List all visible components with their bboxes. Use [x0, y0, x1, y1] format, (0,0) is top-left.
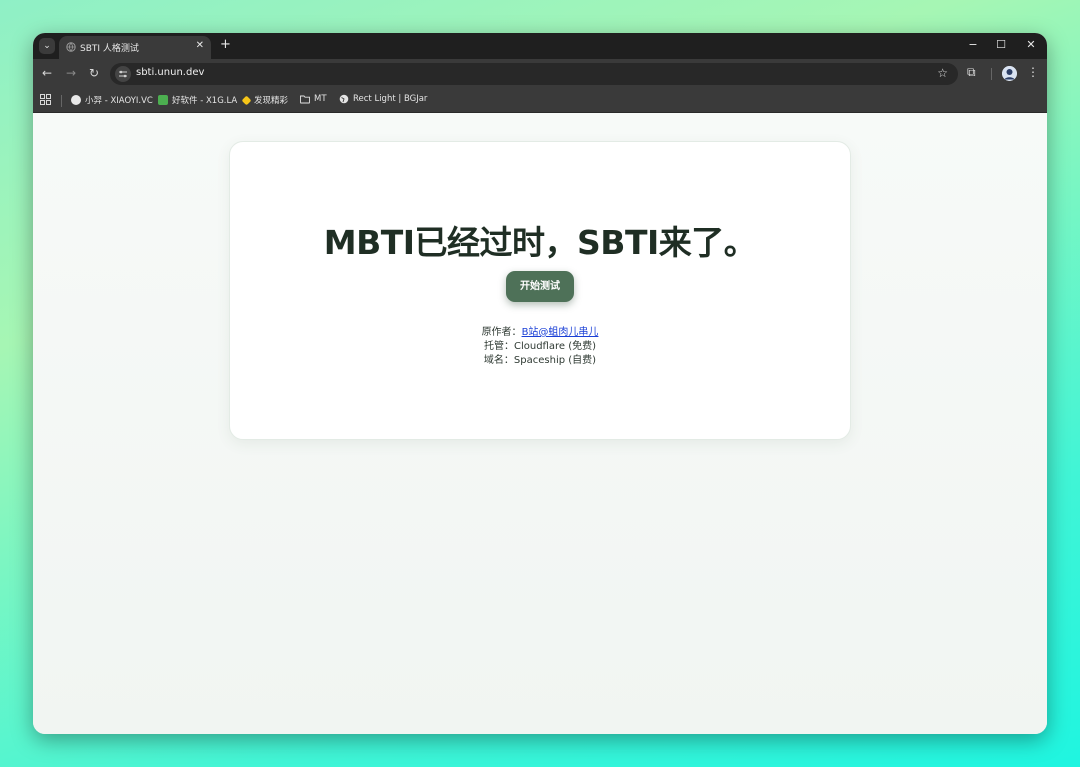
globe-icon	[66, 42, 76, 52]
bookmark-label: Rect Light | BGJar	[353, 94, 428, 104]
start-test-button[interactable]: 开始测试	[506, 271, 574, 302]
x1g-logo-icon	[158, 95, 168, 105]
profile-avatar-icon	[1002, 66, 1017, 81]
profile-avatar[interactable]	[1002, 66, 1017, 81]
bookmark-label: 小羿 - XIAOYI.VC	[85, 96, 153, 106]
address-bar[interactable]: sbti.unun.dev ☆	[110, 63, 958, 85]
globe-icon	[339, 94, 349, 104]
credits-block: 原作者：B站@蛆肉儿串儿 托管：Cloudflare (免费) 域名：Space…	[230, 326, 850, 368]
browser-toolbar: ← → ↻ sbti.unun.dev ☆ ⧉ ⋮	[33, 59, 1047, 89]
browser-window: ⌄ SBTI 人格测试 ✕ + − ☐ ✕ ← → ↻ sbti.unun.de…	[33, 33, 1047, 734]
tab-close-icon[interactable]: ✕	[196, 40, 204, 51]
minimize-icon[interactable]: −	[965, 38, 981, 51]
hosting-line: 托管：Cloudflare (免费)	[483, 341, 597, 352]
author-line: 原作者：B站@蛆肉儿串儿	[230, 326, 850, 340]
bookmark-folder-mt[interactable]: MT	[300, 94, 327, 104]
tab-strip: ⌄ SBTI 人格测试 ✕ + − ☐ ✕	[33, 33, 1047, 59]
site-info-icon[interactable]	[115, 66, 131, 82]
page-headline: MBTI已经过时，SBTI来了。	[323, 223, 757, 262]
extensions-puzzle-icon[interactable]: ⧉	[967, 65, 976, 80]
bookmark-discover[interactable]: 发现精彩	[241, 94, 289, 106]
bookmark-label: 好软件 - X1G.LA	[172, 96, 238, 106]
new-tab-plus-icon[interactable]: +	[220, 37, 231, 52]
forward-arrow-icon[interactable]: →	[64, 66, 78, 80]
author-label: 原作者：	[481, 327, 522, 338]
sparkle-icon	[241, 95, 252, 105]
more-menu-icon[interactable]: ⋮	[1027, 65, 1039, 79]
tab-search-chevron-icon[interactable]: ⌄	[39, 38, 55, 54]
apps-grid-icon[interactable]	[40, 94, 51, 105]
bookmark-label: MT	[314, 94, 327, 104]
maximize-icon[interactable]: ☐	[993, 38, 1009, 51]
bookmarks-bar: 小羿 - XIAOYI.VC 好软件 - X1G.LA 发现精彩 MT Rect…	[33, 89, 1047, 113]
intro-card: MBTI已经过时，SBTI来了。 开始测试 原作者：B站@蛆肉儿串儿 托管：Cl…	[229, 141, 851, 440]
tab-title: SBTI 人格测试	[80, 44, 139, 54]
toolbar-divider	[991, 68, 992, 80]
page-viewport: MBTI已经过时，SBTI来了。 开始测试 原作者：B站@蛆肉儿串儿 托管：Cl…	[33, 113, 1047, 734]
bookmark-rect-light[interactable]: Rect Light | BGJar	[339, 94, 427, 104]
close-window-icon[interactable]: ✕	[1023, 38, 1039, 51]
tune-icon	[119, 70, 127, 78]
bookmark-label: 发现精彩	[254, 96, 289, 106]
folder-icon	[300, 95, 310, 104]
url-text: sbti.unun.dev	[136, 67, 205, 78]
avatar-icon	[71, 95, 81, 105]
active-tab[interactable]: SBTI 人格测试 ✕	[59, 36, 211, 59]
bookmark-x1g[interactable]: 好软件 - X1G.LA	[158, 94, 237, 106]
domain-line: 域名：Spaceship (自费)	[483, 355, 597, 366]
back-arrow-icon[interactable]: ←	[40, 66, 54, 80]
bookmark-star-icon[interactable]: ☆	[937, 66, 948, 80]
bookmarks-divider	[61, 95, 62, 107]
bookmark-xiaoyi[interactable]: 小羿 - XIAOYI.VC	[71, 94, 153, 106]
reload-icon[interactable]: ↻	[87, 66, 101, 80]
author-link[interactable]: B站@蛆肉儿串儿	[522, 327, 599, 338]
